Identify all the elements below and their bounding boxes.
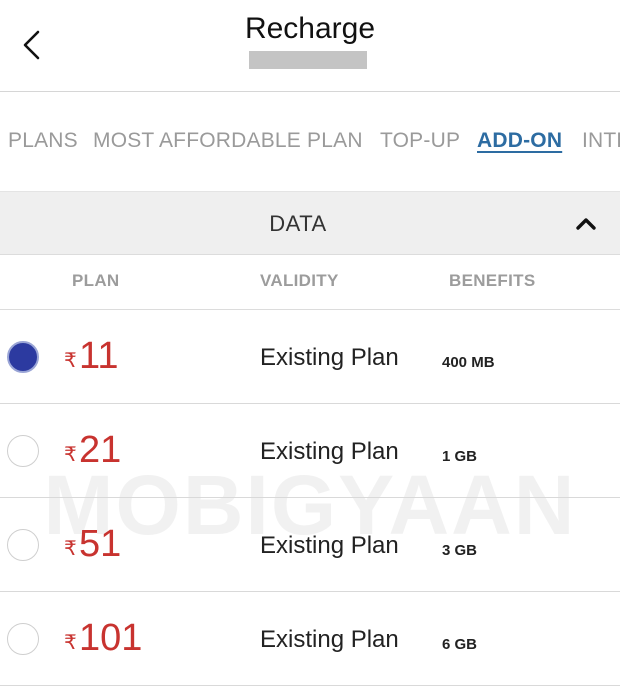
- plan-validity: Existing Plan: [260, 344, 399, 371]
- radio-button-selected[interactable]: [7, 341, 39, 373]
- plan-row[interactable]: ₹ 11 Existing Plan 400 MB: [0, 310, 620, 404]
- plan-row[interactable]: ₹ 51 Existing Plan 3 GB: [0, 498, 620, 592]
- section-title: DATA: [269, 211, 327, 236]
- plan-row[interactable]: ₹ 101 Existing Plan 6 GB: [0, 592, 620, 686]
- radio-button[interactable]: [7, 435, 39, 467]
- plan-benefit: 1 GB: [442, 448, 478, 465]
- plan-validity: Existing Plan: [260, 438, 399, 465]
- data-section-header[interactable]: DATA: [0, 191, 620, 255]
- radio-button[interactable]: [7, 529, 39, 561]
- radio-button[interactable]: [7, 623, 39, 655]
- tab-top-up[interactable]: TOP-UP: [380, 129, 460, 153]
- currency-symbol: ₹: [64, 632, 77, 654]
- plan-benefit: 3 GB: [442, 542, 478, 559]
- plan-price: 101: [79, 617, 143, 659]
- column-header-benefits: BENEFITS: [449, 271, 536, 290]
- plan-price: 11: [79, 335, 119, 377]
- plan-price: 51: [79, 523, 122, 565]
- plan-category-tabs: PLANS MOST AFFORDABLE PLAN TOP-UP ADD-ON…: [0, 93, 620, 191]
- plan-benefit: 400 MB: [442, 354, 495, 371]
- plan-benefit: 6 GB: [442, 636, 478, 653]
- tab-plans[interactable]: PLANS: [8, 129, 78, 153]
- plan-validity: Existing Plan: [260, 532, 399, 559]
- plan-row[interactable]: ₹ 21 Existing Plan 1 GB: [0, 404, 620, 498]
- tab-add-on[interactable]: ADD-ON: [477, 129, 562, 153]
- column-header-plan: PLAN: [72, 271, 120, 290]
- currency-symbol: ₹: [64, 444, 77, 466]
- tab-most-affordable-plan[interactable]: MOST AFFORDABLE PLAN: [93, 129, 363, 153]
- column-header-validity: VALIDITY: [260, 271, 339, 290]
- page-title: Recharge: [244, 12, 376, 45]
- currency-symbol: ₹: [64, 350, 77, 372]
- chevron-up-icon: [576, 218, 596, 230]
- plan-validity: Existing Plan: [260, 626, 399, 653]
- currency-symbol: ₹: [64, 538, 77, 560]
- redacted-subtitle: [249, 51, 367, 69]
- tab-inte[interactable]: INTE: [582, 129, 620, 153]
- plan-price: 21: [79, 429, 122, 471]
- app-header: Recharge: [0, 0, 620, 92]
